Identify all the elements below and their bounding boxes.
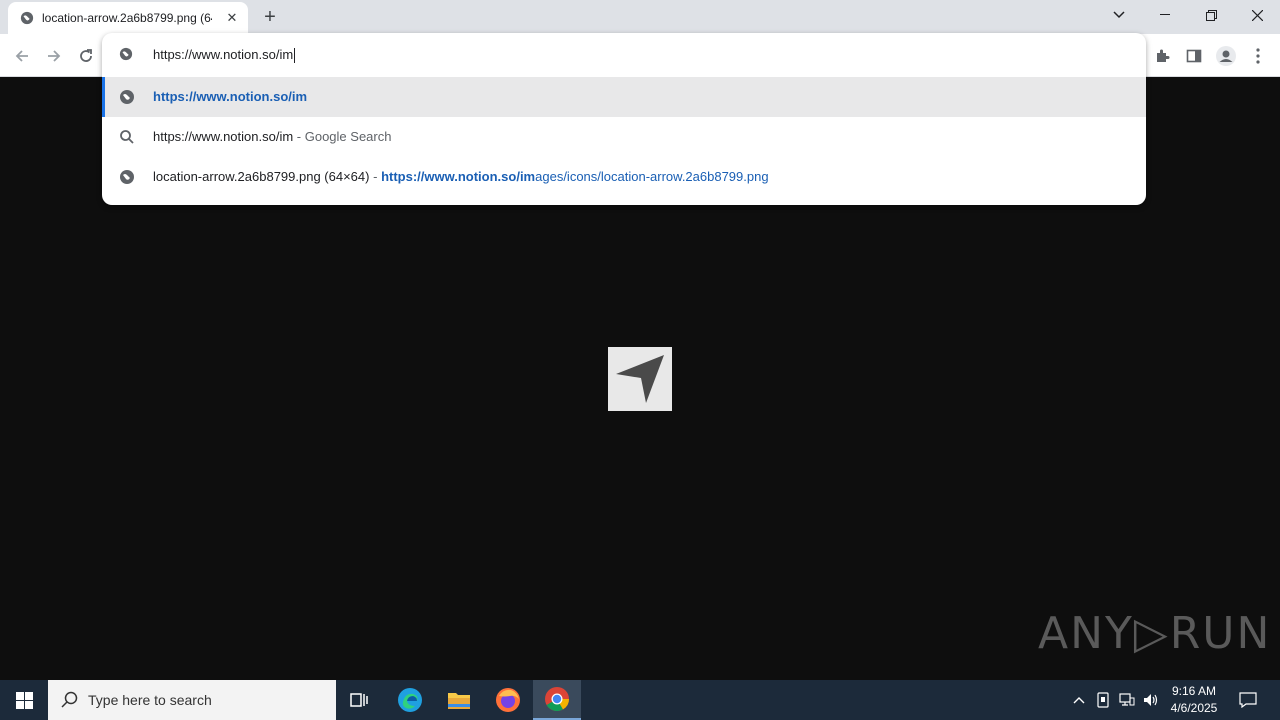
globe-icon — [119, 47, 133, 61]
search-engine-label: - Google Search — [296, 129, 392, 144]
file-explorer-taskbar-button[interactable] — [435, 680, 483, 720]
kebab-menu-icon — [1256, 48, 1260, 64]
start-button[interactable] — [0, 680, 48, 720]
back-button[interactable] — [9, 43, 35, 69]
close-window-button[interactable] — [1234, 0, 1280, 30]
reload-icon — [80, 49, 92, 62]
firefox-taskbar-button[interactable] — [484, 680, 532, 720]
tray-device-button[interactable] — [1092, 680, 1114, 720]
avatar-icon — [1216, 46, 1236, 66]
extensions-button[interactable] — [1149, 43, 1175, 69]
folder-icon — [448, 693, 470, 709]
firefox-icon — [496, 688, 520, 712]
search-icon — [61, 691, 78, 708]
forward-arrow-icon — [48, 50, 61, 62]
profile-button[interactable] — [1213, 43, 1239, 69]
reload-button[interactable] — [73, 43, 99, 69]
new-tab-button[interactable]: + — [258, 5, 282, 29]
side-panel-button[interactable] — [1181, 43, 1207, 69]
history-url-rest: ages/icons/location-arrow.2a6b8799.png — [535, 169, 769, 184]
taskbar: Type here to search 9:16 AM 4/6/2025 — [0, 680, 1280, 720]
puzzle-icon — [1157, 49, 1170, 62]
address-input[interactable]: https://www.notion.so/im — [153, 47, 296, 64]
history-title: location-arrow.2a6b8799.png (64×64) — [153, 169, 370, 184]
edge-taskbar-button[interactable] — [386, 680, 434, 720]
show-hidden-icons-button[interactable] — [1068, 680, 1090, 720]
menu-button[interactable] — [1245, 43, 1271, 69]
minimize-button[interactable] — [1142, 0, 1188, 30]
suggestion-search-text: https://www.notion.so/im - Google Search — [153, 129, 391, 144]
omnibox-dropdown: https://www.notion.so/im https://www.not… — [102, 33, 1146, 205]
edge-icon — [398, 688, 422, 712]
globe-icon — [120, 170, 134, 184]
tab-title: location-arrow.2a6b8799.png (64×64) — [42, 11, 212, 25]
location-arrow-icon — [616, 355, 664, 403]
clock-time: 9:16 AM — [1171, 684, 1217, 698]
network-button[interactable] — [1116, 680, 1138, 720]
speaker-icon — [1144, 694, 1158, 706]
chrome-icon — [545, 687, 569, 712]
suggestion-url[interactable]: https://www.notion.so/im — [102, 77, 1146, 117]
chevron-up-icon — [1073, 697, 1085, 704]
suggestion-history-text: location-arrow.2a6b8799.png (64×64) - ht… — [153, 169, 769, 184]
side-panel-icon — [1186, 49, 1202, 63]
task-view-button[interactable] — [336, 680, 384, 720]
text-caret — [294, 48, 296, 64]
globe-icon — [20, 11, 34, 25]
device-icon — [1097, 692, 1109, 708]
history-url-match: https://www.notion.so/im — [381, 169, 536, 184]
forward-button[interactable] — [41, 43, 67, 69]
chrome-taskbar-button[interactable] — [533, 680, 581, 720]
anyrun-watermark: ANY▷RUN — [1038, 608, 1272, 659]
tab-strip: location-arrow.2a6b8799.png (64×64) ✕ + — [0, 0, 1280, 34]
windows-logo-icon — [15, 691, 33, 709]
suggestion-history[interactable]: location-arrow.2a6b8799.png (64×64) - ht… — [102, 157, 1146, 197]
back-arrow-icon — [15, 50, 28, 62]
separator: - — [373, 169, 378, 184]
taskbar-clock[interactable]: 9:16 AM 4/6/2025 — [1164, 683, 1224, 717]
volume-button[interactable] — [1140, 680, 1162, 720]
clock-date: 4/6/2025 — [1170, 701, 1218, 715]
task-view-icon — [350, 693, 368, 707]
notifications-button[interactable] — [1234, 680, 1262, 720]
location-arrow-image — [608, 347, 672, 411]
tab-active[interactable]: location-arrow.2a6b8799.png (64×64) ✕ — [8, 2, 248, 34]
network-icon — [1119, 693, 1135, 706]
globe-icon — [120, 90, 134, 104]
address-text: https://www.notion.so/im — [153, 47, 294, 62]
suggestion-search[interactable]: https://www.notion.so/im - Google Search — [102, 117, 1146, 157]
tab-search-dropdown-icon[interactable] — [1096, 0, 1142, 30]
taskbar-search-box[interactable]: Type here to search — [48, 680, 336, 720]
notification-icon — [1239, 692, 1257, 708]
suggestion-url-text: https://www.notion.so/im — [153, 89, 308, 104]
search-icon — [120, 130, 134, 144]
taskbar-search-placeholder: Type here to search — [88, 692, 212, 708]
search-query: https://www.notion.so/im — [153, 129, 294, 144]
tab-close-icon[interactable]: ✕ — [224, 10, 240, 26]
address-bar[interactable]: https://www.notion.so/im — [102, 33, 1146, 77]
restore-button[interactable] — [1188, 0, 1234, 30]
